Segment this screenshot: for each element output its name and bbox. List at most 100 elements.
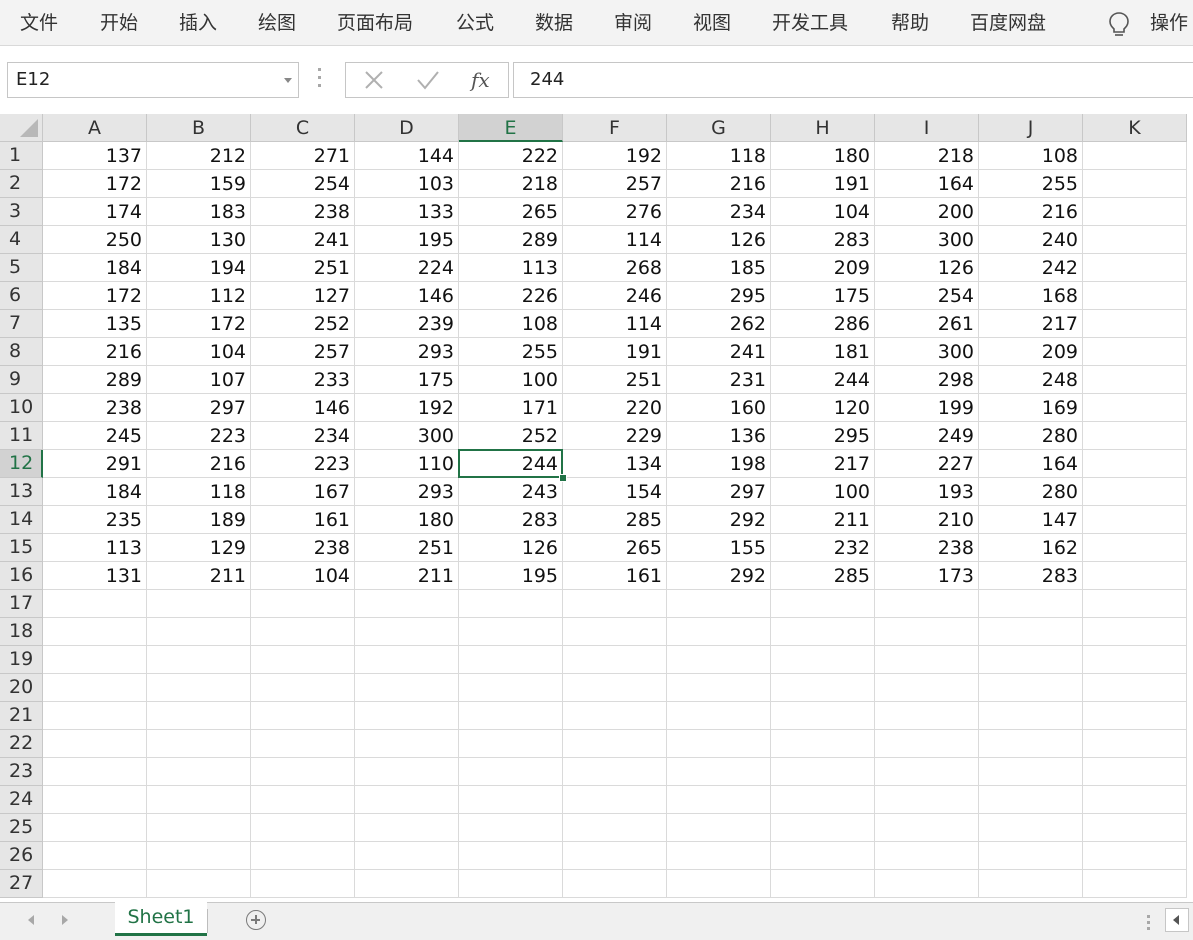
- tab-page-layout[interactable]: 页面布局: [337, 0, 413, 46]
- cell-k12[interactable]: [1083, 450, 1187, 478]
- cell-k20[interactable]: [1083, 674, 1187, 702]
- cell-a2[interactable]: 172: [43, 170, 147, 198]
- cell-j15[interactable]: 162: [979, 534, 1083, 562]
- cell-i14[interactable]: 210: [875, 506, 979, 534]
- row-header-21[interactable]: 21: [0, 702, 43, 730]
- row-header-24[interactable]: 24: [0, 786, 43, 814]
- cell-h12[interactable]: 217: [771, 450, 875, 478]
- cell-a23[interactable]: [43, 758, 147, 786]
- cell-a21[interactable]: [43, 702, 147, 730]
- cell-j25[interactable]: [979, 814, 1083, 842]
- cell-a20[interactable]: [43, 674, 147, 702]
- cell-i15[interactable]: 238: [875, 534, 979, 562]
- cell-j6[interactable]: 168: [979, 282, 1083, 310]
- cell-f14[interactable]: 285: [563, 506, 667, 534]
- row-header-22[interactable]: 22: [0, 730, 43, 758]
- cell-h19[interactable]: [771, 646, 875, 674]
- cell-i1[interactable]: 218: [875, 142, 979, 170]
- column-header-k[interactable]: K: [1083, 114, 1187, 142]
- row-header-26[interactable]: 26: [0, 842, 43, 870]
- cell-i2[interactable]: 164: [875, 170, 979, 198]
- row-header-14[interactable]: 14: [0, 506, 43, 534]
- cell-f5[interactable]: 268: [563, 254, 667, 282]
- cell-a3[interactable]: 174: [43, 198, 147, 226]
- cell-h7[interactable]: 286: [771, 310, 875, 338]
- cell-d17[interactable]: [355, 590, 459, 618]
- cell-f7[interactable]: 114: [563, 310, 667, 338]
- cell-f18[interactable]: [563, 618, 667, 646]
- cell-c23[interactable]: [251, 758, 355, 786]
- formula-input[interactable]: 244: [513, 62, 1193, 98]
- cell-g14[interactable]: 292: [667, 506, 771, 534]
- row-header-5[interactable]: 5: [0, 254, 43, 282]
- cell-g17[interactable]: [667, 590, 771, 618]
- cell-e26[interactable]: [459, 842, 563, 870]
- chevron-down-icon[interactable]: [284, 78, 292, 83]
- cell-e6[interactable]: 226: [459, 282, 563, 310]
- cell-j20[interactable]: [979, 674, 1083, 702]
- cell-i23[interactable]: [875, 758, 979, 786]
- cell-c8[interactable]: 257: [251, 338, 355, 366]
- cell-i20[interactable]: [875, 674, 979, 702]
- cell-e21[interactable]: [459, 702, 563, 730]
- row-header-17[interactable]: 17: [0, 590, 43, 618]
- cell-g12[interactable]: 198: [667, 450, 771, 478]
- cell-f27[interactable]: [563, 870, 667, 898]
- column-header-g[interactable]: G: [667, 114, 771, 142]
- cell-b21[interactable]: [147, 702, 251, 730]
- cell-k22[interactable]: [1083, 730, 1187, 758]
- cell-e1[interactable]: 222: [459, 142, 563, 170]
- cell-k8[interactable]: [1083, 338, 1187, 366]
- cell-d18[interactable]: [355, 618, 459, 646]
- cell-b14[interactable]: 189: [147, 506, 251, 534]
- cell-k4[interactable]: [1083, 226, 1187, 254]
- cell-f13[interactable]: 154: [563, 478, 667, 506]
- cell-b22[interactable]: [147, 730, 251, 758]
- cell-j7[interactable]: 217: [979, 310, 1083, 338]
- row-header-13[interactable]: 13: [0, 478, 43, 506]
- cell-f24[interactable]: [563, 786, 667, 814]
- cell-f6[interactable]: 246: [563, 282, 667, 310]
- cell-h15[interactable]: 232: [771, 534, 875, 562]
- cell-f2[interactable]: 257: [563, 170, 667, 198]
- row-header-15[interactable]: 15: [0, 534, 43, 562]
- cell-f22[interactable]: [563, 730, 667, 758]
- cell-j13[interactable]: 280: [979, 478, 1083, 506]
- cell-h17[interactable]: [771, 590, 875, 618]
- cell-d20[interactable]: [355, 674, 459, 702]
- cell-a7[interactable]: 135: [43, 310, 147, 338]
- cell-d10[interactable]: 192: [355, 394, 459, 422]
- cell-b7[interactable]: 172: [147, 310, 251, 338]
- cell-i27[interactable]: [875, 870, 979, 898]
- cell-f23[interactable]: [563, 758, 667, 786]
- cell-d13[interactable]: 293: [355, 478, 459, 506]
- cell-j1[interactable]: 108: [979, 142, 1083, 170]
- cell-e18[interactable]: [459, 618, 563, 646]
- cell-f15[interactable]: 265: [563, 534, 667, 562]
- cell-g16[interactable]: 292: [667, 562, 771, 590]
- cell-j10[interactable]: 169: [979, 394, 1083, 422]
- tab-home[interactable]: 开始: [100, 0, 138, 46]
- cell-i22[interactable]: [875, 730, 979, 758]
- cell-h3[interactable]: 104: [771, 198, 875, 226]
- cell-h25[interactable]: [771, 814, 875, 842]
- cell-k19[interactable]: [1083, 646, 1187, 674]
- cell-g24[interactable]: [667, 786, 771, 814]
- cell-e14[interactable]: 283: [459, 506, 563, 534]
- cell-c6[interactable]: 127: [251, 282, 355, 310]
- cell-f10[interactable]: 220: [563, 394, 667, 422]
- select-all-button[interactable]: [0, 114, 43, 142]
- cell-a18[interactable]: [43, 618, 147, 646]
- cell-h8[interactable]: 181: [771, 338, 875, 366]
- cell-c1[interactable]: 271: [251, 142, 355, 170]
- cell-h26[interactable]: [771, 842, 875, 870]
- cell-d2[interactable]: 103: [355, 170, 459, 198]
- cell-e8[interactable]: 255: [459, 338, 563, 366]
- cell-b10[interactable]: 297: [147, 394, 251, 422]
- cell-i5[interactable]: 126: [875, 254, 979, 282]
- cell-d12[interactable]: 110: [355, 450, 459, 478]
- cell-g21[interactable]: [667, 702, 771, 730]
- cell-a1[interactable]: 137: [43, 142, 147, 170]
- cell-d14[interactable]: 180: [355, 506, 459, 534]
- cell-k11[interactable]: [1083, 422, 1187, 450]
